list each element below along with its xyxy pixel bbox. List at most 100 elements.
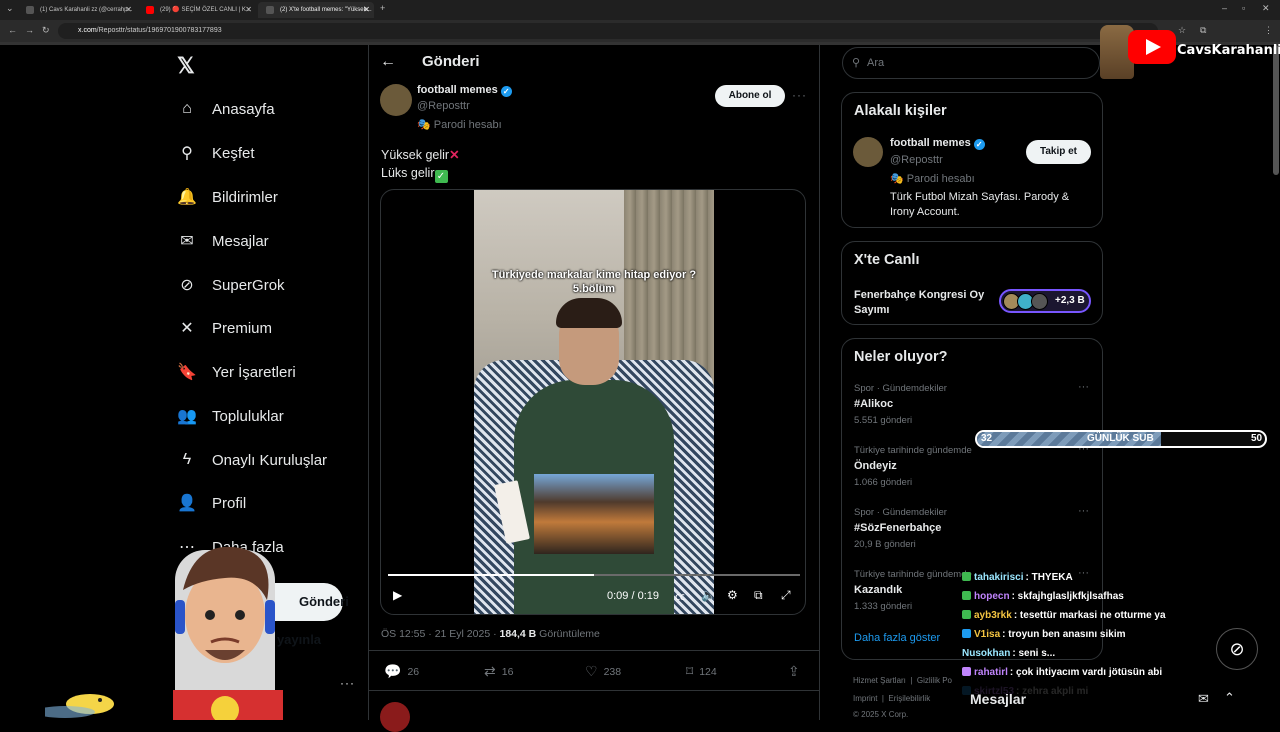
post-timestamp[interactable]: ÖS 12:55 · 21 Eyl 2025 ·: [381, 628, 499, 640]
expand-chevron-icon[interactable]: ⌃: [1224, 690, 1235, 706]
footer-terms-link[interactable]: Hizmet Şartları: [853, 676, 906, 685]
url-domain: x.com: [78, 27, 97, 34]
back-arrow-icon[interactable]: ←: [8, 25, 17, 35]
author-name[interactable]: football memes ✓: [417, 84, 512, 97]
follow-button[interactable]: Takip et: [1026, 140, 1091, 164]
relevant-handle[interactable]: @Reposttr: [890, 154, 943, 166]
nav-item-bildirimler[interactable]: 🔔 Bildirimler: [176, 182, 278, 212]
video-progress-bar[interactable]: [388, 574, 800, 576]
bookmark-star-icon[interactable]: ☆: [1178, 25, 1186, 36]
x-logo-icon[interactable]: 𝕏: [177, 53, 195, 79]
tab-title: (2) X'te football memes: "Yüksek...: [280, 7, 372, 13]
search-icon: ⚲: [181, 145, 193, 162]
bookmark-button[interactable]: ⌑ 124: [686, 663, 717, 680]
parody-mask-icon: 🎭: [417, 119, 434, 131]
grok-button[interactable]: ⊘: [1216, 628, 1258, 670]
chat-message: Nusokhan: seni s...: [962, 648, 1055, 659]
browser-menu-icon[interactable]: ⋮: [1264, 25, 1273, 36]
live-space-pill[interactable]: +2,3 B: [999, 289, 1091, 313]
author-avatar[interactable]: [380, 84, 412, 116]
close-window-icon[interactable]: ✕: [1262, 3, 1270, 14]
reply-button[interactable]: 💬 26: [384, 663, 419, 680]
video-frame[interactable]: Türkiyede markalar kime hitap ediyor ? 5…: [474, 190, 714, 614]
volume-icon[interactable]: 🔈: [701, 588, 716, 602]
maximize-icon[interactable]: ▫: [1242, 3, 1245, 13]
chat-message: hopecn: skfajhglasljkfkjlsafhas: [962, 591, 1124, 602]
messages-dock[interactable]: Mesajlar ✉ ⌃: [958, 682, 1258, 720]
relevant-avatar[interactable]: [853, 137, 883, 167]
chat-username: rahatirl: [974, 667, 1008, 678]
page-scrollbar[interactable]: [1273, 45, 1279, 175]
nav-item-mesajlar[interactable]: ✉ Mesajlar: [176, 226, 268, 256]
extensions-icon[interactable]: ⧉: [1200, 25, 1206, 36]
post-more-icon[interactable]: ···: [792, 88, 807, 102]
trend-more-icon[interactable]: ···: [1078, 567, 1089, 579]
author-handle[interactable]: @Reposttr: [417, 100, 470, 112]
communities-icon: 👥: [177, 408, 197, 425]
captions-icon[interactable]: ㏄: [675, 588, 685, 603]
nav-item-topluluklar[interactable]: 👥 Topluluklar: [176, 401, 284, 431]
trend-item[interactable]: Türkiye tarihinde gündemde Öndeyiz 1.066 g…: [854, 445, 972, 488]
nav-item-anasayfa[interactable]: ⌂ Anasayfa: [176, 94, 274, 124]
trend-context: Türkiye tarihinde gündemde: [854, 569, 972, 580]
red-cross-emoji-icon: ✕: [449, 148, 460, 162]
close-tab-icon[interactable]: ✕: [245, 2, 252, 18]
trend-more-icon[interactable]: ···: [1078, 505, 1089, 517]
trend-name: Öndeyiz: [854, 460, 897, 472]
nav-item-label: SuperGrok: [212, 276, 285, 294]
sub-goal-current: 32: [981, 433, 993, 444]
url-field[interactable]: x.com/Reposttr/status/196970190078317789…: [58, 23, 1158, 39]
search-input[interactable]: ⚲ Ara: [842, 47, 1100, 79]
footer-accessibility-link[interactable]: Erişilebilirlik: [888, 694, 930, 703]
footer-privacy-link[interactable]: Gizlilik Po: [917, 676, 952, 685]
view-count: 184,4 B: [499, 628, 537, 640]
forward-arrow-icon[interactable]: →: [25, 25, 34, 35]
trend-item[interactable]: Spor · Gündemdekiler #SözFenerbahçe 20,9 B…: [854, 507, 947, 550]
account-more-icon[interactable]: ···: [340, 676, 355, 690]
browser-tab-bar: ⌄ (1) Cavs Karahanli zz (@cerrahp... ✕ (…: [0, 0, 1280, 20]
footer-imprint-link[interactable]: Imprint: [853, 694, 877, 703]
share-button[interactable]: ⇪: [788, 663, 806, 680]
browser-tab-1[interactable]: (1) Cavs Karahanli zz (@cerrahp... ✕: [18, 2, 136, 18]
card-title: Alakalı kişiler: [854, 103, 947, 119]
divider: [369, 690, 820, 691]
minimize-icon[interactable]: –: [1222, 3, 1227, 13]
pip-icon[interactable]: ⧉: [754, 588, 763, 603]
video-player[interactable]: Türkiyede markalar kime hitap ediyor ? 5…: [380, 189, 806, 615]
trend-item[interactable]: Türkiye tarihinde gündemde Kazandık 1.333 …: [854, 569, 972, 612]
tweet-line-1: Yüksek gelir: [381, 148, 450, 162]
relevant-name[interactable]: football memes ✓: [890, 137, 985, 150]
relevant-name-text: football memes: [890, 137, 971, 149]
like-button[interactable]: ♡ 238: [585, 663, 621, 680]
nav-item-premium[interactable]: ✕ Premium: [176, 313, 272, 343]
chat-message: V1isa: troyun ben anasını sikim: [962, 629, 1126, 640]
repost-button[interactable]: ⇄ 16: [484, 663, 513, 680]
fullscreen-icon[interactable]: ⤢: [781, 588, 791, 603]
verified-badge-icon: ✓: [973, 139, 985, 150]
close-tab-icon[interactable]: ✕: [363, 2, 370, 18]
nav-item-yer-i-şaretleri[interactable]: 🔖 Yer İşaretleri: [176, 357, 296, 387]
live-space-title[interactable]: Fenerbahçe Kongresi Oy Sayımı: [854, 288, 994, 318]
play-icon[interactable]: ▶: [393, 588, 402, 602]
trend-item[interactable]: Spor · Gündemdekiler #Alikoc 5.551 gönderi: [854, 383, 947, 426]
settings-gear-icon[interactable]: ⚙: [727, 588, 738, 602]
footer-links: Imprint | Erişilebilirlik: [853, 694, 931, 703]
new-tab-icon[interactable]: +: [380, 3, 385, 13]
trend-more-icon[interactable]: ···: [1078, 381, 1089, 393]
show-more-link[interactable]: Daha fazla göster: [854, 632, 940, 644]
tab-menu-icon[interactable]: ⌄: [6, 3, 14, 14]
nav-item-profil[interactable]: 👤 Profil: [176, 488, 246, 518]
browser-tab-3[interactable]: (2) X'te football memes: "Yüksek... ✕: [258, 2, 374, 18]
close-tab-icon[interactable]: ✕: [125, 2, 132, 18]
back-arrow-icon[interactable]: ←: [380, 53, 396, 71]
reload-icon[interactable]: ↻: [42, 25, 50, 36]
nav-item-supergrok[interactable]: ⊘ SuperGrok: [176, 270, 285, 300]
subscribe-button[interactable]: Abone ol: [715, 85, 785, 107]
reply-avatar[interactable]: [380, 702, 410, 732]
nav-item-keşfet[interactable]: ⚲ Keşfet: [176, 138, 254, 168]
browser-tab-2[interactable]: (29) 🔴 SEÇİM ÖZEL CANLI | K... ✕: [138, 2, 256, 18]
chat-text: : troyun ben anasını sikim: [1002, 629, 1126, 640]
nav-item-onaylı-kuruluşlar[interactable]: ϟ Onaylı Kuruluşlar: [176, 445, 327, 475]
compose-message-icon[interactable]: ✉: [1198, 691, 1209, 707]
tab-title: (29) 🔴 SEÇİM ÖZEL CANLI | K...: [160, 7, 251, 13]
